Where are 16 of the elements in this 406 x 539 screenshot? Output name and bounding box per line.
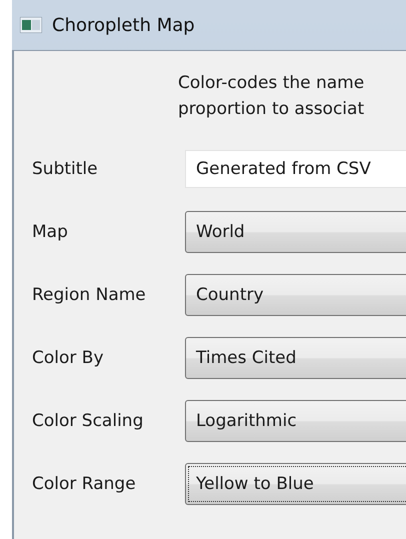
field-label: Region Name: [32, 285, 147, 305]
field-label: Color Range: [32, 474, 137, 494]
description-text: proportion to associat: [178, 98, 366, 121]
field-label: Color By: [32, 348, 105, 368]
dropdown[interactable]: World: [185, 211, 406, 253]
app-icon: [20, 17, 42, 33]
dropdown[interactable]: Times Cited: [185, 337, 406, 379]
field-label: Subtitle: [32, 159, 99, 179]
description-text: Color-codes the name: [178, 72, 366, 95]
dropdown[interactable]: Yellow to Blue: [185, 463, 406, 505]
text-field[interactable]: Generated from CSV: [185, 150, 406, 188]
field-label: Color Scaling: [32, 411, 144, 431]
field-label: Map: [32, 222, 69, 242]
dropdown[interactable]: Logarithmic: [185, 400, 406, 442]
dropdown[interactable]: Country: [185, 274, 406, 316]
window-title: Choropleth Map: [52, 14, 195, 36]
